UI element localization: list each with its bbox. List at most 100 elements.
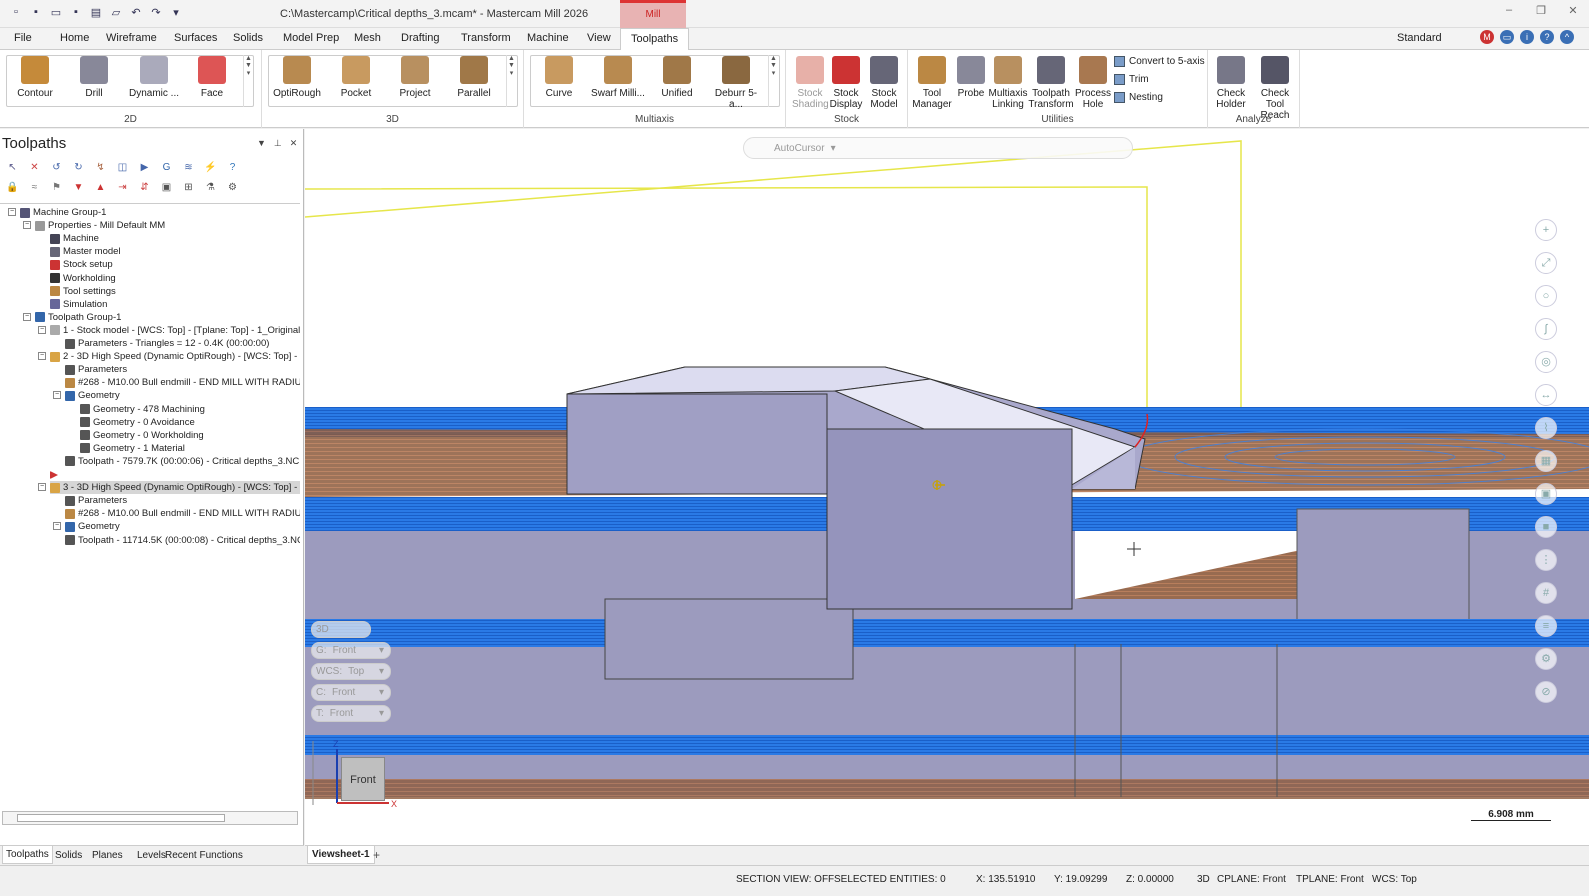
toggle-display-icon[interactable]: ≈: [28, 181, 41, 194]
check-holder-button[interactable]: Check Holder: [1210, 56, 1252, 110]
graphics-viewport[interactable]: Z X AutoCursor ▾ 3D G: Front ▾ WCS: Top ▾ C: Fro…: [305, 129, 1589, 845]
contour-button[interactable]: Contour: [10, 56, 60, 99]
regen-icon[interactable]: ↺: [50, 161, 63, 174]
curve-button[interactable]: Curve: [532, 56, 586, 99]
tree-expander-icon[interactable]: −: [8, 208, 16, 216]
tree-expander-icon[interactable]: −: [23, 312, 31, 321]
tree-node[interactable]: Tool settings: [50, 285, 116, 298]
settings-icon[interactable]: ⚙: [1535, 648, 1557, 670]
tree-horizontal-scrollbar[interactable]: [2, 811, 298, 825]
scroll-icon[interactable]: ⇵: [138, 181, 151, 194]
insert-arrow-icon[interactable]: ⇥: [116, 181, 129, 194]
section-view-status[interactable]: SECTION VIEW: OFF: [736, 874, 834, 885]
stock-icon[interactable]: ■: [1535, 516, 1557, 538]
panel-tab-levels[interactable]: Levels: [137, 850, 166, 861]
move-up-icon[interactable]: ▲: [94, 181, 107, 194]
tree-node[interactable]: Master model: [50, 245, 121, 258]
regen-dirty-icon[interactable]: ↻: [72, 161, 85, 174]
unified-button[interactable]: Unified: [650, 56, 704, 99]
undo-icon[interactable]: ↶: [128, 4, 144, 20]
new-file-icon[interactable]: ▫: [8, 4, 24, 20]
simulate-icon[interactable]: ▶: [138, 161, 151, 174]
view-mode-status[interactable]: 3D: [1197, 874, 1210, 885]
tree-node[interactable]: Toolpath - 11714.5K (00:00:08) - Critica…: [65, 534, 300, 547]
minimize-icon[interactable]: –: [1493, 4, 1525, 17]
view-mode-toggle[interactable]: 3D: [311, 621, 371, 638]
select-all-icon[interactable]: ↖: [6, 161, 19, 174]
tree-node[interactable]: Geometry - 0 Avoidance: [80, 416, 195, 429]
tree-node[interactable]: #268 - M10.00 Bull endmill - END MILL WI…: [65, 376, 300, 389]
project-button[interactable]: Project: [388, 56, 442, 99]
tree-expander-icon[interactable]: −: [38, 325, 46, 334]
tree-expander-icon[interactable]: −: [23, 221, 31, 230]
verify-icon[interactable]: ◫: [116, 161, 129, 174]
panel-tab-recent-functions[interactable]: Recent Functions: [165, 850, 243, 861]
print-icon[interactable]: ▤: [88, 4, 104, 20]
panel-tab-solids[interactable]: Solids: [55, 850, 82, 861]
redo-icon[interactable]: ↷: [148, 4, 164, 20]
toolpath-tree[interactable]: Machine Group-1− Properties - Mill Defaul…: [0, 203, 300, 809]
settings-icon[interactable]: ⚙: [226, 181, 239, 194]
plane-select-c[interactable]: C: Front ▾: [311, 684, 391, 701]
tab-wireframe[interactable]: Wireframe: [106, 32, 157, 44]
tplane-status[interactable]: TPLANE: Front: [1296, 874, 1364, 885]
tree-node[interactable]: [50, 468, 61, 481]
close-icon[interactable]: ✕: [1557, 4, 1589, 17]
tree-expander-icon[interactable]: −: [38, 352, 46, 361]
restore-icon[interactable]: ❐: [1525, 4, 1557, 17]
process-hole-button[interactable]: Process Hole: [1074, 56, 1112, 110]
3d-model-scene[interactable]: Z X: [305, 129, 1589, 845]
panel-close-icon[interactable]: ✕: [290, 138, 298, 149]
trim-button[interactable]: Trim: [1114, 74, 1149, 85]
check-tool-reach-button[interactable]: Check Tool Reach: [1252, 56, 1298, 121]
tab-file[interactable]: File: [14, 32, 32, 44]
curve-tool-icon[interactable]: ∫: [1535, 318, 1557, 340]
plane-select-wcs[interactable]: WCS: Top ▾: [311, 663, 391, 680]
view-icon[interactable]: ◎: [1535, 351, 1557, 373]
stock-shading-button[interactable]: Stock Shading: [792, 56, 829, 110]
fit-icon[interactable]: ⤢: [1535, 252, 1557, 274]
help-icon[interactable]: ?: [1540, 30, 1554, 44]
dynamic-button[interactable]: Dynamic ...: [126, 56, 182, 99]
tree-node[interactable]: Toolpath Group-1: [35, 311, 121, 324]
gcode-icon[interactable]: ≋: [182, 161, 195, 174]
layers-icon[interactable]: ≡: [1535, 615, 1557, 637]
nesting-button[interactable]: Nesting: [1114, 92, 1163, 103]
plane-select-t[interactable]: T: Front ▾: [311, 705, 391, 722]
zoom-in-icon[interactable]: +: [1535, 219, 1557, 241]
wcs-status[interactable]: WCS: Top: [1372, 874, 1417, 885]
tree-node[interactable]: Machine: [50, 232, 99, 245]
mesh-icon[interactable]: ▦: [1535, 450, 1557, 472]
drill-button[interactable]: Drill: [68, 56, 120, 99]
tool-manager-button[interactable]: Tool Manager: [910, 56, 954, 110]
mastercam-icon[interactable]: M: [1480, 30, 1494, 44]
tree-node[interactable]: Simulation: [50, 298, 107, 311]
grid-icon[interactable]: #: [1535, 582, 1557, 604]
toolpath-icon[interactable]: ⌇: [1535, 417, 1557, 439]
tree-expander-icon[interactable]: −: [53, 391, 61, 400]
tree-node[interactable]: Geometry - 1 Material: [80, 442, 185, 455]
gallery-scroll-3d[interactable]: ▲ ▼ ▾: [506, 55, 516, 107]
tree-node[interactable]: Toolpath - 7579.7K (00:00:06) - Critical…: [65, 455, 300, 468]
stock-display-button[interactable]: Stock Display: [828, 56, 864, 110]
parallel-button[interactable]: Parallel: [448, 56, 500, 99]
tab-toolpaths[interactable]: Toolpaths: [620, 28, 690, 51]
tree-node[interactable]: Stock setup: [50, 258, 113, 271]
tree-node[interactable]: Properties - Mill Default MM: [35, 219, 165, 232]
path-icon[interactable]: ⋮: [1535, 549, 1557, 571]
expand-icon[interactable]: ^: [1560, 30, 1574, 44]
box-icon[interactable]: ▣: [1535, 483, 1557, 505]
tree-node[interactable]: Parameters - Triangles = 12 - 0.4K (00:0…: [65, 337, 269, 350]
post-icon[interactable]: G: [160, 161, 173, 174]
tree-node[interactable]: 2 - 3D High Speed (Dynamic OptiRough) - …: [50, 350, 300, 363]
expand-icon[interactable]: ⊞: [182, 181, 195, 194]
save-icon[interactable]: ▪: [28, 4, 44, 20]
face-button[interactable]: Face: [188, 56, 236, 99]
tree-node[interactable]: Geometry: [65, 389, 120, 402]
single-icon[interactable]: ▣: [160, 181, 173, 194]
tree-node[interactable]: Geometry - 478 Machining: [80, 403, 205, 416]
autocursor-dropdown-icon[interactable]: ▾: [831, 143, 836, 154]
tree-node[interactable]: 3 - 3D High Speed (Dynamic OptiRough) - …: [50, 481, 300, 495]
panel-menu-icon[interactable]: ▼: [257, 138, 266, 149]
cplane-status[interactable]: CPLANE: Front: [1217, 874, 1286, 885]
